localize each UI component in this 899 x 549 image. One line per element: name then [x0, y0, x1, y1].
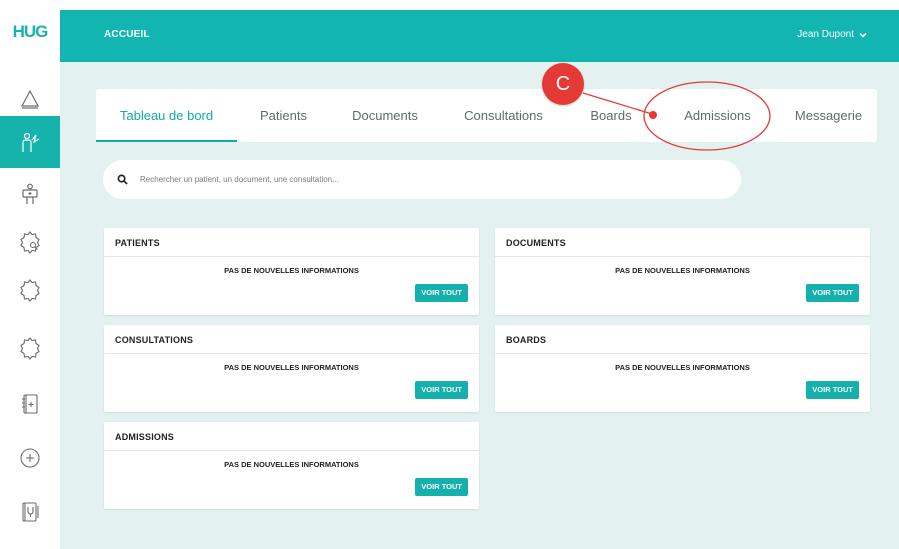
- sidebar-item-stethoscope-file[interactable]: [0, 486, 60, 538]
- card-title: CONSULTATIONS: [104, 325, 479, 354]
- search-icon: [117, 174, 128, 185]
- hug-logo[interactable]: HUG: [0, 10, 60, 60]
- patient-icon: [22, 183, 38, 204]
- doctor-icon: [22, 132, 40, 152]
- search-input[interactable]: [140, 175, 700, 184]
- tab-boards[interactable]: Boards: [567, 89, 655, 142]
- tab-tableau-de-bord[interactable]: Tableau de bord: [96, 89, 237, 142]
- card-message: PAS DE NOUVELLES INFORMATIONS: [615, 266, 750, 275]
- card-title: ADMISSIONS: [104, 422, 479, 451]
- card-patients: PATIENTS PAS DE NOUVELLES INFORMATIONS V…: [104, 228, 479, 315]
- annotation-marker: C: [542, 63, 584, 105]
- voir-tout-patients-button[interactable]: VOIR TOUT: [415, 284, 468, 302]
- medical-file-icon: [22, 394, 38, 414]
- tab-messagerie[interactable]: Messagerie: [780, 89, 877, 142]
- sidebar-item-medical-file[interactable]: [0, 378, 60, 430]
- sidebar-item-badge[interactable]: [0, 264, 60, 316]
- sidebar-item-badge-outline[interactable]: [0, 322, 60, 374]
- logo-text: HUG: [12, 22, 49, 41]
- card-documents: DOCUMENTS PAS DE NOUVELLES INFORMATIONS …: [495, 228, 870, 315]
- search-badge-icon: [20, 231, 40, 254]
- voir-tout-documents-button[interactable]: VOIR TOUT: [806, 284, 859, 302]
- tab-documents[interactable]: Documents: [330, 89, 440, 142]
- card-title: BOARDS: [495, 325, 870, 354]
- card-title: PATIENTS: [104, 228, 479, 257]
- card-message: PAS DE NOUVELLES INFORMATIONS: [224, 460, 359, 469]
- tab-admissions[interactable]: Admissions: [655, 89, 780, 142]
- card-boards: BOARDS PAS DE NOUVELLES INFORMATIONS VOI…: [495, 325, 870, 412]
- sidebar-item-doctor[interactable]: [0, 116, 60, 168]
- badge-outline-icon: [20, 337, 40, 360]
- page-title: ACCUEIL: [104, 29, 150, 40]
- search-bar: [103, 160, 741, 199]
- chevron-down-icon: [859, 32, 867, 38]
- plus-circle-icon: [20, 448, 40, 468]
- user-menu[interactable]: Jean Dupont: [797, 29, 868, 40]
- sidebar-item-add[interactable]: [0, 432, 60, 484]
- top-bar: ACCUEIL Jean Dupont: [60, 10, 899, 62]
- card-message: PAS DE NOUVELLES INFORMATIONS: [224, 266, 359, 275]
- stethoscope-file-icon: [22, 502, 39, 522]
- sidebar-item-patient[interactable]: [0, 168, 60, 220]
- card-title: DOCUMENTS: [495, 228, 870, 257]
- card-message: PAS DE NOUVELLES INFORMATIONS: [224, 363, 359, 372]
- badge-icon: [20, 279, 40, 302]
- sidebar: HUG: [0, 0, 60, 549]
- card-message: PAS DE NOUVELLES INFORMATIONS: [615, 363, 750, 372]
- user-name: Jean Dupont: [797, 29, 854, 40]
- sidebar-item-search-badge[interactable]: [0, 216, 60, 268]
- voir-tout-boards-button[interactable]: VOIR TOUT: [806, 381, 859, 399]
- voir-tout-admissions-button[interactable]: VOIR TOUT: [415, 478, 468, 496]
- tab-patients[interactable]: Patients: [237, 89, 330, 142]
- tab-bar: Tableau de bord Patients Documents Consu…: [96, 89, 877, 142]
- voir-tout-consultations-button[interactable]: VOIR TOUT: [415, 381, 468, 399]
- card-consultations: CONSULTATIONS PAS DE NOUVELLES INFORMATI…: [104, 325, 479, 412]
- main-content: Tableau de bord Patients Documents Consu…: [60, 62, 899, 549]
- home-icon: [21, 89, 39, 109]
- card-admissions: ADMISSIONS PAS DE NOUVELLES INFORMATIONS…: [104, 422, 479, 509]
